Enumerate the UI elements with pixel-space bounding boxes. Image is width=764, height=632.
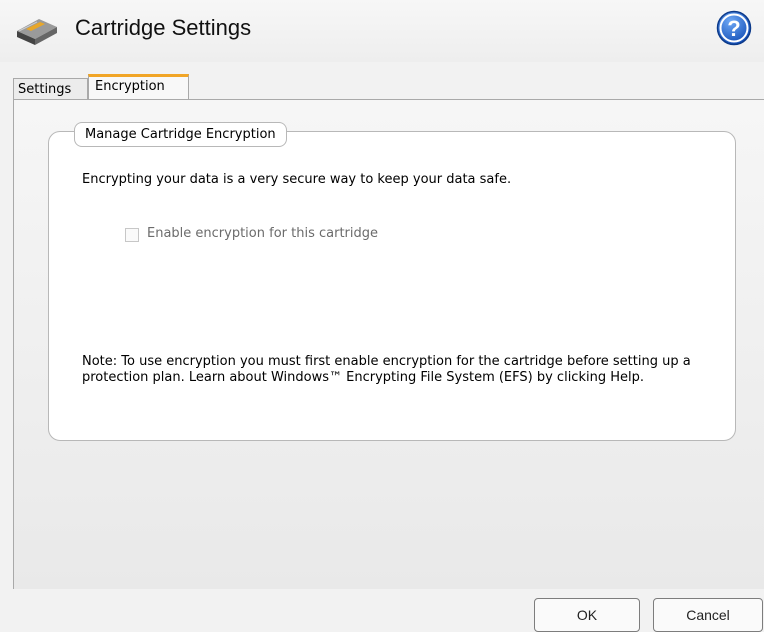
intro-text: Encrypting your data is a very secure wa… [82,172,512,187]
encryption-tab-panel: Manage Cartridge Encryption Encrypting y… [13,99,764,589]
ok-button[interactable]: OK [534,598,640,632]
title-bar: Cartridge Settings ? [0,0,764,62]
tab-settings[interactable]: Settings [13,78,88,100]
manage-encryption-group: Manage Cartridge Encryption Encrypting y… [48,122,736,441]
question-mark-icon: ? [716,10,752,46]
note-text: Note: To use encryption you must first e… [82,354,691,385]
window-title: Cartridge Settings [75,15,252,40]
group-title: Manage Cartridge Encryption [74,122,287,147]
svg-text:?: ? [727,16,740,41]
tab-encryption[interactable]: Encryption [88,74,189,100]
cartridge-drive-icon [14,11,60,49]
help-button[interactable]: ? [716,10,752,46]
enable-encryption-label: Enable encryption for this cartridge [147,226,378,241]
cancel-button[interactable]: Cancel [653,598,763,632]
enable-encryption-checkbox[interactable] [125,228,139,242]
